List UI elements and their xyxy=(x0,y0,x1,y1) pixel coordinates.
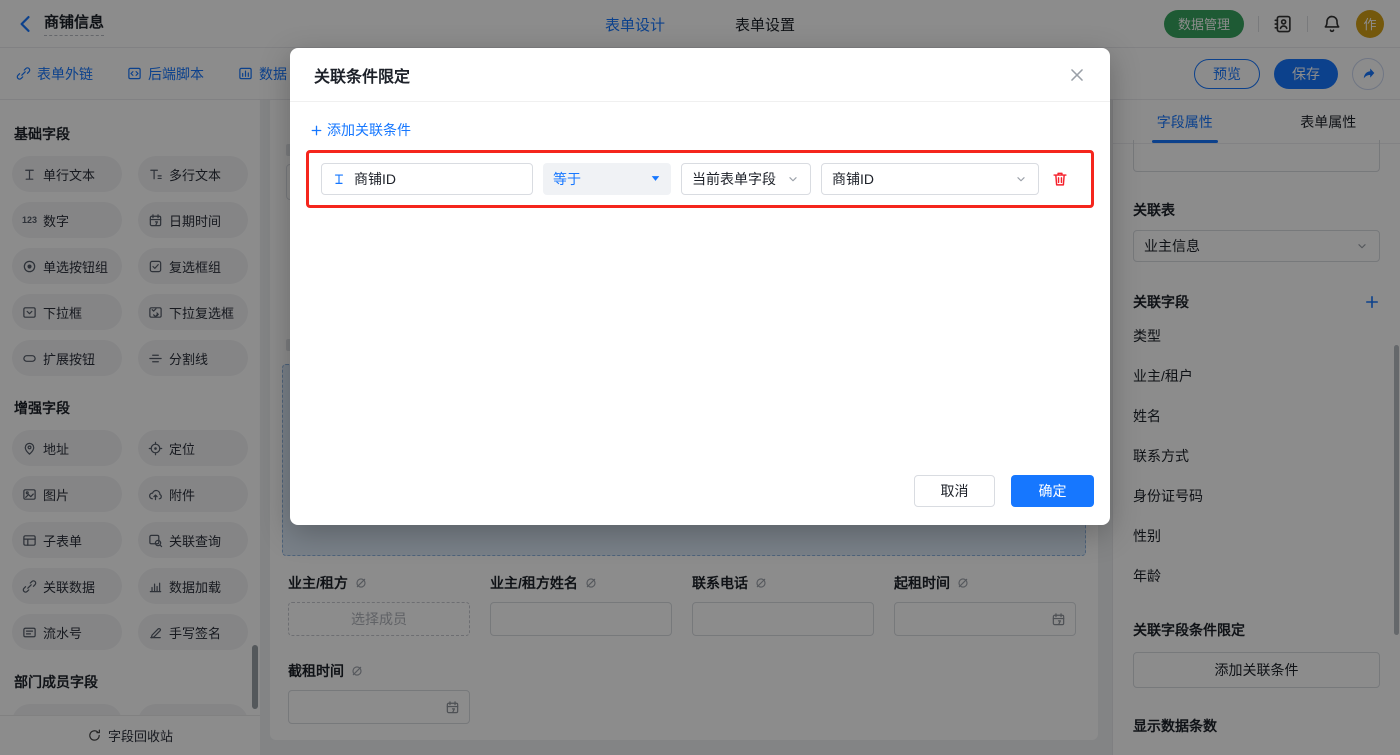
modal-footer: 取消 确定 xyxy=(914,475,1094,507)
source-select[interactable]: 当前表单字段 xyxy=(681,163,811,195)
target-field-value: 商铺ID xyxy=(832,169,874,189)
cancel-button[interactable]: 取消 xyxy=(914,475,995,507)
confirm-button[interactable]: 确定 xyxy=(1011,475,1094,507)
operator-select[interactable]: 等于 xyxy=(543,163,671,195)
operator-value: 等于 xyxy=(553,169,581,189)
chevron-down-icon xyxy=(1014,172,1028,186)
add-condition-link[interactable]: 添加关联条件 xyxy=(310,120,411,140)
trash-icon[interactable] xyxy=(1051,170,1069,188)
modal-header: 关联条件限定 xyxy=(290,48,1110,102)
target-field-select[interactable]: 商铺ID xyxy=(821,163,1039,195)
source-value: 当前表单字段 xyxy=(692,169,776,189)
condition-field-value: 商铺ID xyxy=(354,169,396,189)
condition-field-input[interactable]: 商铺ID xyxy=(321,163,533,195)
chevron-down-icon xyxy=(786,172,800,186)
modal-body: 添加关联条件 商铺ID 等于 当前表单字段 商铺ID xyxy=(290,102,1110,208)
text-icon xyxy=(332,172,346,186)
close-icon[interactable] xyxy=(1068,66,1086,84)
modal-title: 关联条件限定 xyxy=(314,63,410,87)
plus-icon xyxy=(310,124,323,137)
condition-modal: 关联条件限定 添加关联条件 商铺ID 等于 当前表单字段 商铺ID xyxy=(290,48,1110,525)
caret-down-icon xyxy=(650,173,661,184)
add-condition-link-label: 添加关联条件 xyxy=(327,120,411,140)
condition-row-highlighted: 商铺ID 等于 当前表单字段 商铺ID xyxy=(306,150,1094,208)
